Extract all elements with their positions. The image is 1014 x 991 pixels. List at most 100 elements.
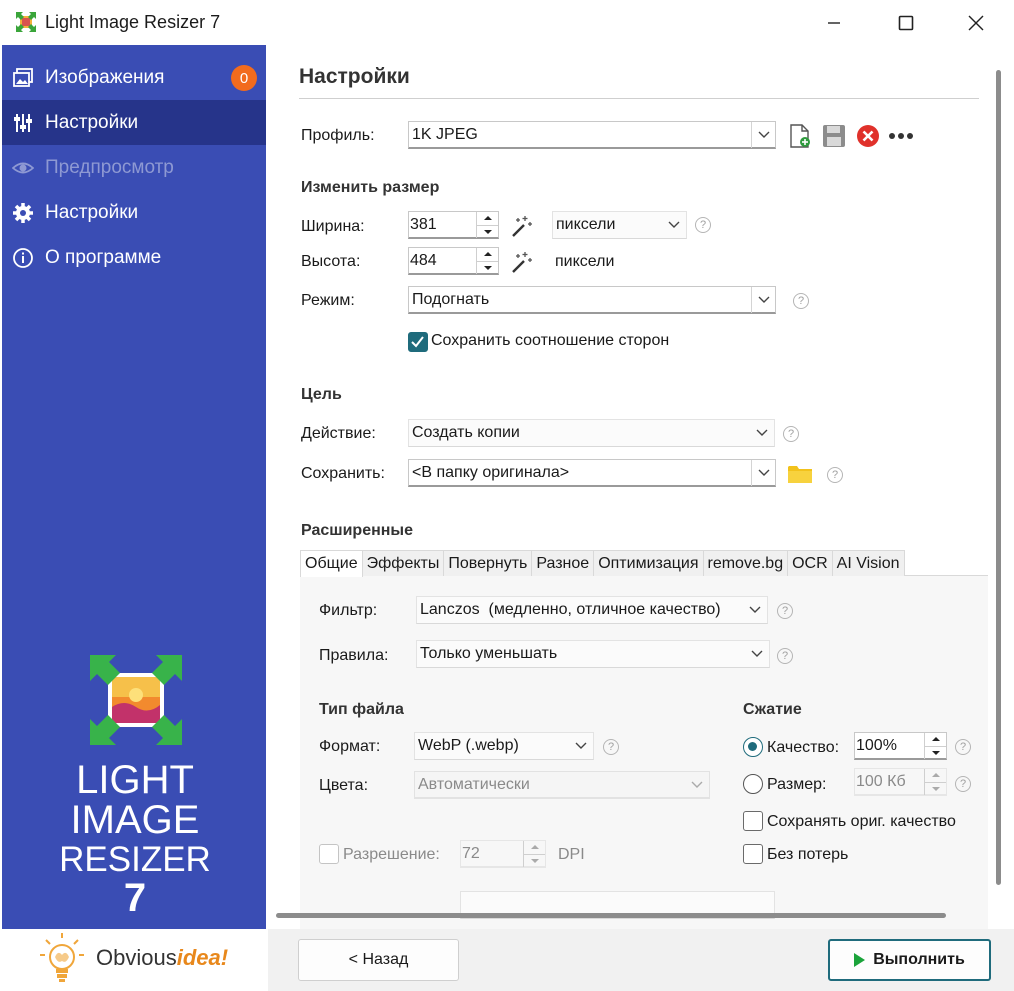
help-icon[interactable]: ? [777, 648, 793, 664]
width-input[interactable]: 381 [408, 211, 499, 239]
tab-general[interactable]: Общие [300, 550, 363, 577]
help-icon[interactable]: ? [955, 776, 971, 792]
size-label: Размер: [767, 776, 827, 793]
sidebar-item-settings[interactable]: Настройки [2, 100, 266, 145]
vertical-scrollbar[interactable] [996, 70, 1001, 885]
run-button-label: Выполнить [873, 951, 965, 968]
resolution-input[interactable]: 72 [460, 840, 546, 868]
keep-quality-checkbox[interactable] [743, 811, 763, 831]
help-icon[interactable]: ? [783, 426, 799, 442]
browse-folder-button[interactable] [786, 461, 814, 487]
run-button[interactable]: Выполнить [828, 939, 991, 981]
window-title: Light Image Resizer 7 [45, 12, 221, 32]
close-button[interactable] [946, 0, 1006, 45]
chevron-down-icon [750, 420, 774, 446]
keep-ratio-label[interactable]: Сохранить соотношение сторон [431, 332, 669, 350]
tab-effects[interactable]: Эффекты [361, 550, 445, 576]
more-options-button[interactable] [887, 123, 915, 149]
tab-ocr[interactable]: OCR [787, 550, 833, 576]
maximize-button[interactable] [876, 0, 936, 45]
tab-misc[interactable]: Разное [531, 550, 595, 576]
height-decrement-button[interactable] [476, 260, 498, 274]
new-profile-button[interactable] [788, 123, 812, 149]
back-button[interactable]: < Назад [298, 939, 459, 981]
resolution-increment-button[interactable] [523, 841, 545, 854]
save-profile-button[interactable] [821, 123, 847, 149]
profile-select[interactable]: 1K JPEG [408, 121, 776, 149]
auto-width-button[interactable] [508, 213, 534, 239]
help-icon[interactable]: ? [695, 217, 711, 233]
width-increment-button[interactable] [476, 212, 498, 225]
mode-select-value: Подогнать [412, 290, 490, 308]
more-dots-icon [889, 133, 913, 139]
height-increment-button[interactable] [476, 248, 498, 261]
size-input[interactable]: 100 Кб [854, 768, 947, 796]
sidebar-item-label: О программе [45, 246, 162, 268]
chevron-down-icon [751, 287, 775, 313]
tab-removebg[interactable]: remove.bg [702, 550, 789, 576]
lossless-checkbox[interactable] [743, 844, 763, 864]
minimize-button[interactable] [804, 0, 864, 45]
help-icon[interactable]: ? [777, 603, 793, 619]
chevron-down-icon [751, 460, 775, 486]
filter-select[interactable]: Lanczos (медленно, отличное качество) [416, 596, 768, 624]
sidebar-item-preferences[interactable]: Настройки [2, 190, 266, 235]
size-increment-button[interactable] [924, 769, 946, 782]
sliders-icon [11, 111, 35, 135]
unit-select[interactable]: пиксели [552, 211, 687, 239]
delete-profile-button[interactable] [855, 123, 881, 149]
chevron-down-icon [751, 122, 775, 148]
close-icon [968, 15, 984, 30]
format-select[interactable]: WebP (.webp) [414, 732, 594, 760]
auto-height-button[interactable] [508, 249, 534, 275]
save-to-select[interactable]: <В папку оригинала> [408, 459, 776, 487]
tab-rotate[interactable]: Повернуть [443, 550, 533, 576]
height-input[interactable]: 484 [408, 247, 499, 275]
resolution-decrement-button[interactable] [523, 853, 545, 867]
help-icon[interactable]: ? [955, 739, 971, 755]
width-decrement-button[interactable] [476, 224, 498, 238]
resize-heading: Изменить размер [301, 179, 440, 196]
quality-decrement-button[interactable] [924, 745, 946, 759]
logo-text-line: LIGHT [76, 758, 194, 802]
mode-select[interactable]: Подогнать [408, 286, 776, 314]
brand-name-accent: idea! [176, 945, 229, 970]
sidebar-item-images[interactable]: Изображения 0 [2, 55, 266, 100]
size-value: 100 Кб [856, 772, 906, 790]
colors-select[interactable]: Автоматически [414, 771, 710, 799]
quality-input[interactable]: 100% [854, 732, 947, 760]
chevron-down-icon [569, 733, 593, 759]
help-icon[interactable]: ? [827, 467, 843, 483]
quality-increment-button[interactable] [924, 733, 946, 746]
sidebar-item-about[interactable]: О программе [2, 235, 266, 280]
brand-name: Obviousidea! [96, 945, 228, 971]
magic-wand-icon [512, 216, 532, 237]
action-select[interactable]: Создать копии [408, 419, 775, 447]
keep-ratio-checkbox[interactable] [408, 332, 428, 352]
gear-icon [11, 201, 35, 225]
rules-select[interactable]: Только уменьшать [416, 640, 770, 668]
keep-quality-label[interactable]: Сохранять ориг. качество [767, 813, 956, 831]
help-icon[interactable]: ? [603, 739, 619, 755]
logo-text-line: 7 [123, 876, 147, 920]
target-heading: Цель [301, 386, 342, 403]
size-radio[interactable] [743, 774, 763, 794]
size-decrement-button[interactable] [924, 781, 946, 795]
tab-optimization[interactable]: Оптимизация [593, 550, 704, 576]
lossless-label[interactable]: Без потерь [767, 846, 848, 864]
filetype-heading: Тип файла [319, 701, 404, 718]
settings-panel: Настройки Профиль: 1K JPEG Изменить разм… [268, 45, 1014, 929]
help-icon[interactable]: ? [793, 293, 809, 309]
save-to-label: Сохранить: [301, 465, 385, 482]
quality-radio[interactable] [743, 737, 763, 757]
delete-icon [857, 125, 879, 147]
tab-ai-vision[interactable]: AI Vision [831, 550, 905, 576]
profile-select-value: 1K JPEG [412, 125, 478, 143]
horizontal-scrollbar[interactable] [276, 913, 946, 918]
colors-select-value: Автоматически [418, 775, 530, 793]
new-file-icon [790, 124, 810, 148]
height-unit-label: пиксели [555, 253, 615, 270]
resolution-checkbox[interactable] [319, 844, 339, 864]
unit-select-value: пиксели [556, 216, 616, 233]
sidebar-item-preview[interactable]: Предпросмотр [2, 145, 266, 190]
